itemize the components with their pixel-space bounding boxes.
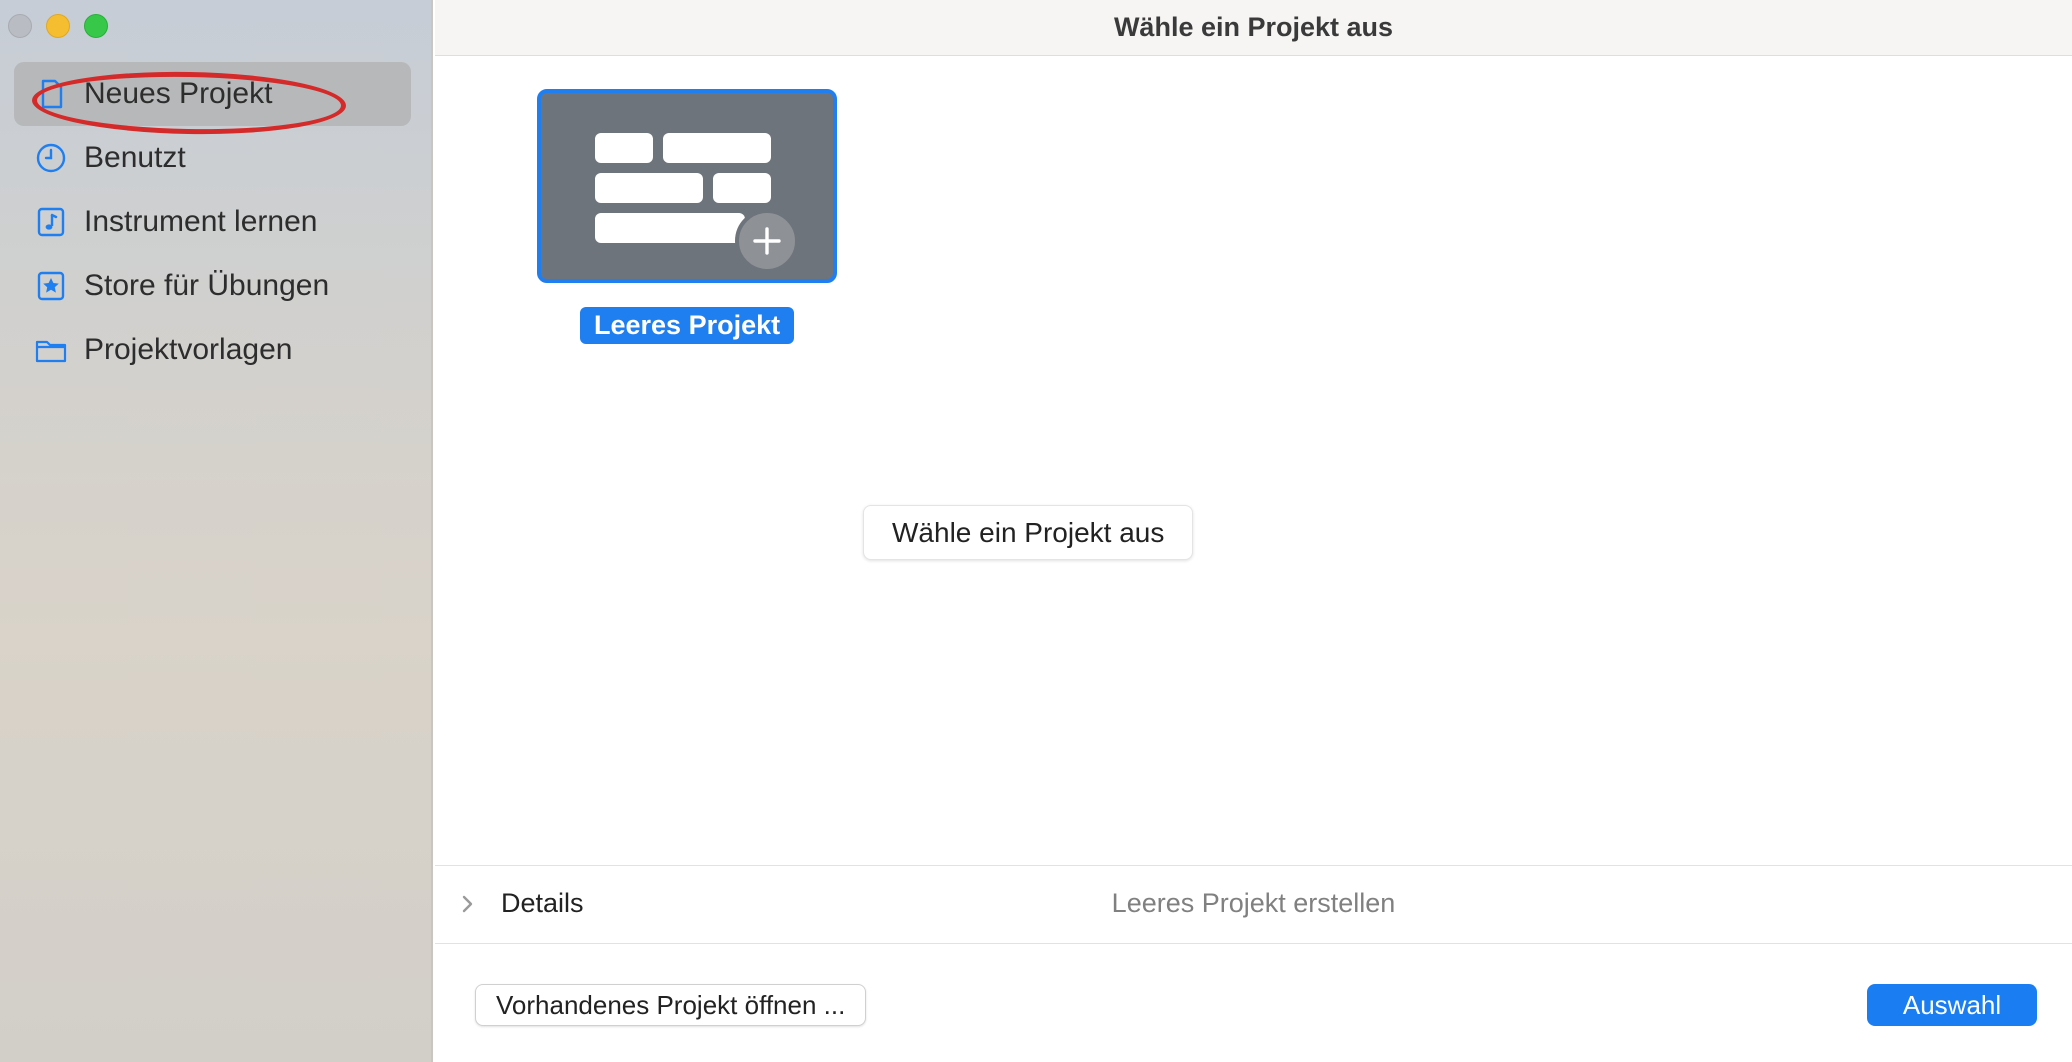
choose-project-hint: Wähle ein Projekt aus	[863, 505, 1194, 560]
empty-project-label[interactable]: Leeres Projekt	[580, 307, 795, 344]
details-toggle[interactable]: Details	[501, 888, 584, 919]
sidebar-item-lesson-store[interactable]: Store für Übungen	[14, 254, 411, 318]
window-title: Wähle ein Projekt aus	[435, 0, 2072, 56]
window-controls	[8, 14, 108, 38]
sidebar-item-learn-instrument[interactable]: Instrument lernen	[14, 190, 411, 254]
sidebar-list: Neues Projekt Benutzt Instrument lernen …	[14, 62, 411, 382]
zoom-window-button[interactable]	[84, 14, 108, 38]
star-icon	[34, 269, 68, 303]
sidebar-item-new-project[interactable]: Neues Projekt	[14, 62, 411, 126]
document-icon	[34, 77, 68, 111]
folder-icon	[34, 333, 68, 367]
sidebar-item-label: Benutzt	[84, 141, 186, 174]
sidebar-item-label: Store für Übungen	[84, 269, 330, 302]
sidebar-item-recent[interactable]: Benutzt	[14, 126, 411, 190]
sidebar-item-label: Neues Projekt	[84, 77, 273, 110]
main-panel: Wähle ein Projekt aus Leeres Projekt Wäh…	[435, 0, 2072, 1062]
music-note-icon	[34, 205, 68, 239]
details-description: Leeres Projekt erstellen	[1111, 888, 1396, 918]
clock-icon	[34, 141, 68, 175]
sidebar: Neues Projekt Benutzt Instrument lernen …	[0, 0, 433, 1062]
minimize-window-button[interactable]	[46, 14, 70, 38]
sidebar-item-label: Instrument lernen	[84, 205, 318, 238]
choose-button[interactable]: Auswahl	[1867, 984, 2037, 1026]
sidebar-item-label: Projektvorlagen	[84, 333, 293, 366]
details-bar: Leeres Projekt erstellen Details	[435, 865, 2072, 944]
open-existing-project-button[interactable]: Vorhandenes Projekt öffnen ...	[475, 984, 867, 1026]
sidebar-item-templates[interactable]: Projektvorlagen	[14, 318, 411, 382]
empty-project-tile[interactable]	[537, 89, 837, 283]
close-window-button[interactable]	[8, 14, 32, 38]
plus-icon	[735, 209, 799, 273]
